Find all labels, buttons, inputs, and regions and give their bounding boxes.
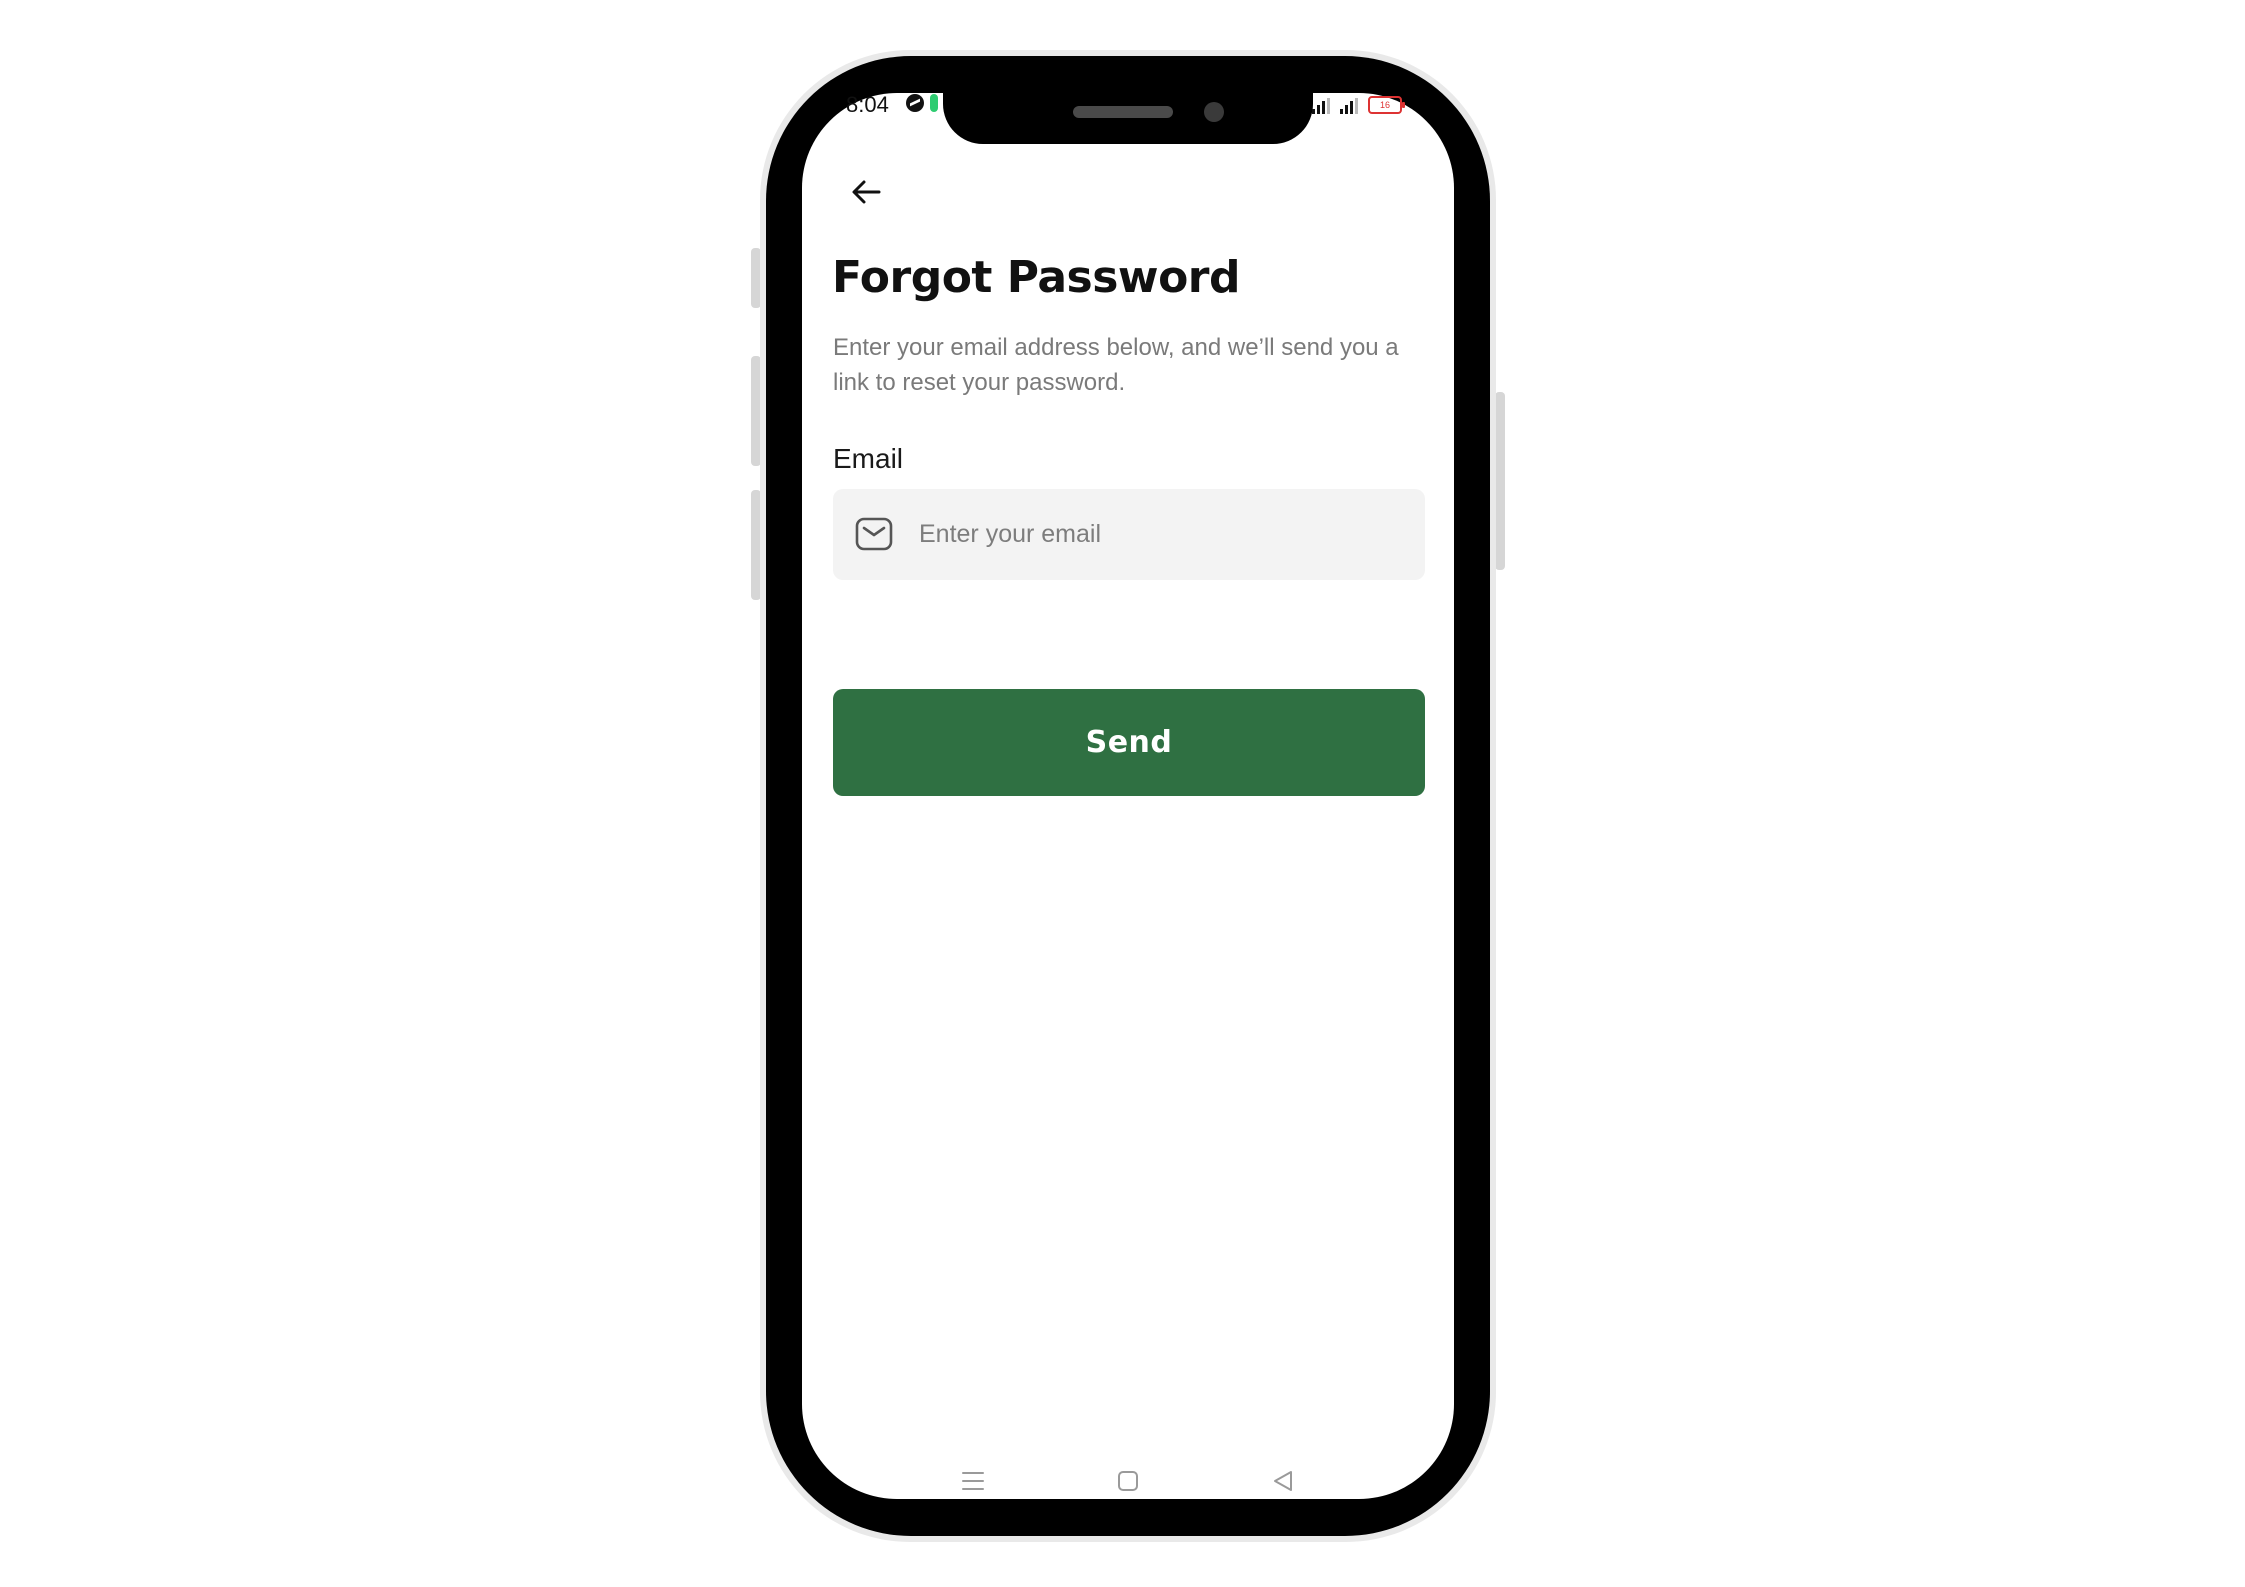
messenger-icon — [906, 94, 924, 112]
menu-icon — [962, 1472, 984, 1490]
status-time: 8:04 — [846, 92, 889, 117]
battery-icon: 16 — [1368, 96, 1405, 114]
email-label: Email — [833, 443, 904, 474]
mail-icon — [855, 517, 893, 551]
page-subtitle: Enter your email address below, and we’l… — [833, 334, 1399, 396]
square-icon — [1118, 1471, 1138, 1491]
triangle-back-icon — [1274, 1471, 1292, 1491]
signal-icon-2 — [1340, 98, 1358, 114]
battery-level: 16 — [1379, 100, 1390, 110]
status-right-icons: 16 — [1312, 96, 1405, 114]
front-camera — [1204, 102, 1224, 122]
nav-back-button[interactable] — [1265, 1466, 1301, 1496]
email-input[interactable] — [919, 489, 1409, 580]
phone-screen — [802, 93, 1454, 1499]
stage: 8:04 16 Forgot Password Enter your email… — [0, 0, 2245, 1587]
send-button[interactable]: Send — [833, 689, 1425, 796]
nav-menu-button[interactable] — [955, 1466, 991, 1496]
signal-icon — [1312, 98, 1330, 114]
notification-dot-icon — [930, 94, 938, 112]
arrow-left-icon — [852, 180, 881, 204]
earpiece-speaker — [1073, 106, 1173, 118]
nav-home-button[interactable] — [1110, 1466, 1146, 1496]
power-button — [1495, 392, 1505, 570]
status-notification-icons — [906, 94, 938, 112]
page-title: Forgot Password — [832, 252, 1241, 303]
email-field-container[interactable] — [833, 489, 1425, 580]
back-button[interactable] — [840, 166, 892, 218]
